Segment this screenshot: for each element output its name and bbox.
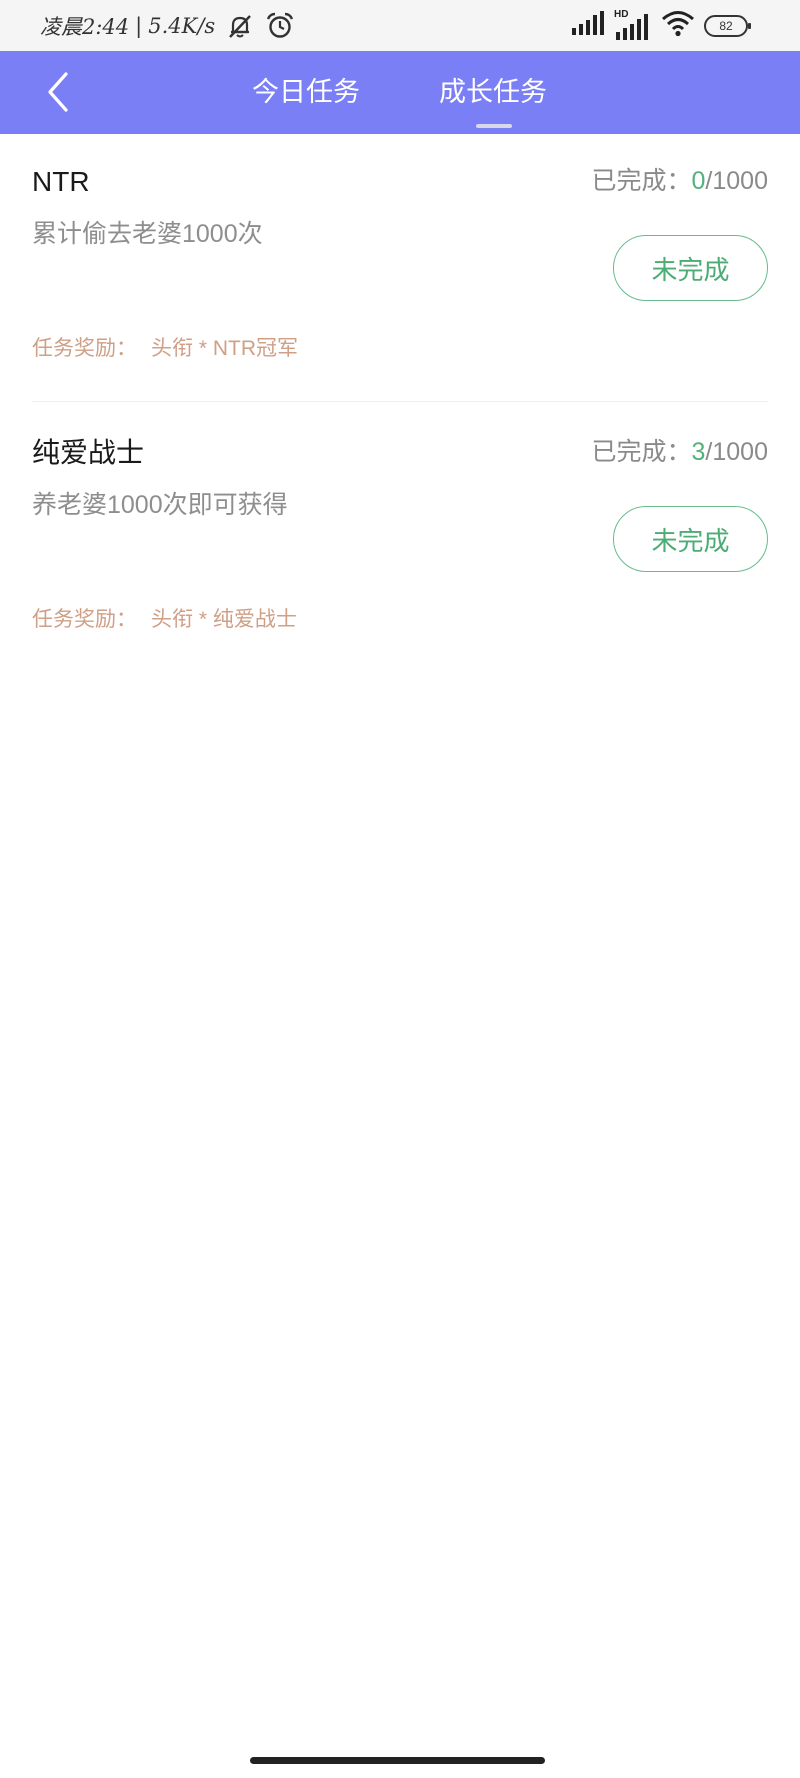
tab-today-tasks[interactable]: 今日任务 xyxy=(231,73,381,111)
battery-level: 82 xyxy=(719,18,733,33)
notifications-muted-icon xyxy=(225,11,255,41)
home-indicator[interactable] xyxy=(250,1757,545,1764)
progress-total: 1000 xyxy=(712,438,768,466)
task-description: 养老婆1000次即可获得 xyxy=(32,491,288,519)
progress-done: 3 xyxy=(691,438,706,466)
alarm-icon xyxy=(265,11,295,41)
task-reward: 任务奖励： 头衔 * NTR冠军 xyxy=(32,334,298,364)
task-title: 纯爱战士 xyxy=(32,437,145,468)
reward-label: 任务奖励： xyxy=(32,337,137,360)
network-speed: 5.4K/s xyxy=(148,13,216,38)
task-reward: 任务奖励： 头衔 * 纯爱战士 xyxy=(32,605,297,635)
reward-value: 头衔 * NTR冠军 xyxy=(151,337,298,360)
progress-total: 1000 xyxy=(712,167,768,195)
status-divider: | xyxy=(135,13,143,38)
status-left: 凌晨2:44 | 5.4K/s xyxy=(40,0,295,51)
progress-label: 已完成： xyxy=(591,438,692,466)
hd-signal-icon: HD xyxy=(614,9,652,41)
reward-label: 任务奖励： xyxy=(32,608,137,631)
task-item: 纯爱战士 养老婆1000次即可获得 已完成：3/1000 未完成 任务奖励： 头衔… xyxy=(0,405,800,676)
task-divider xyxy=(32,401,768,402)
task-status-button[interactable]: 未完成 xyxy=(613,235,768,301)
progress-done: 0 xyxy=(691,167,706,195)
status-time: 凌晨2:44 xyxy=(40,14,130,39)
wifi-icon xyxy=(661,9,695,42)
status-bar: 凌晨2:44 | 5.4K/s HD 82 xyxy=(0,0,800,51)
task-status-button[interactable]: 未完成 xyxy=(613,506,768,572)
active-tab-indicator xyxy=(476,124,512,128)
task-progress: 已完成：3/1000 xyxy=(592,435,769,469)
status-right: HD 82 xyxy=(571,0,751,51)
task-description: 累计偷去老婆1000次 xyxy=(32,220,263,248)
reward-value: 头衔 * 纯爱战士 xyxy=(151,608,297,631)
top-nav-bar: 今日任务 成长任务 xyxy=(0,51,800,134)
tab-growth-tasks[interactable]: 成长任务 xyxy=(418,73,568,111)
battery-icon: 82 xyxy=(704,14,751,37)
chevron-left-icon xyxy=(48,72,68,112)
back-button[interactable] xyxy=(42,69,76,115)
progress-label: 已完成： xyxy=(591,167,692,195)
task-title: NTR xyxy=(32,166,90,197)
task-progress: 已完成：0/1000 xyxy=(592,164,769,198)
signal-icon xyxy=(571,10,605,41)
task-item: NTR 累计偷去老婆1000次 已完成：0/1000 未完成 任务奖励： 头衔 *… xyxy=(0,134,800,405)
